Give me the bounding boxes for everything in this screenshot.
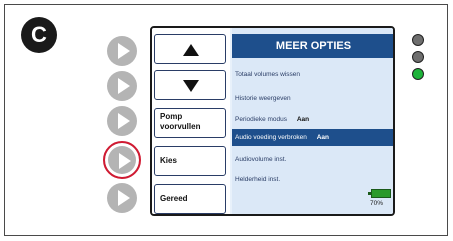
side-button-4-kies[interactable] bbox=[103, 141, 141, 179]
soft-key-column: Pomp voorvullen Kies Gereed bbox=[152, 28, 230, 214]
menu-item-label: Totaal volumes wissen bbox=[235, 71, 301, 78]
menu-item[interactable]: Historie weergeven bbox=[232, 90, 393, 107]
arrow-up-softkey[interactable] bbox=[154, 34, 226, 64]
menu-item-value: Aan bbox=[316, 134, 330, 141]
indicator-light-3 bbox=[412, 68, 424, 80]
menu-item-label: Audio voeding verbroken bbox=[235, 134, 307, 141]
menu-item-selected[interactable]: Audio voeding verbroken Aan bbox=[232, 129, 393, 146]
options-menu: MEER OPTIES Totaal volumes wissen Histor… bbox=[232, 28, 393, 214]
indicator-light-2 bbox=[412, 51, 424, 63]
device-screen: Pomp voorvullen Kies Gereed MEER OPTIES … bbox=[150, 26, 395, 216]
menu-title: MEER OPTIES bbox=[232, 34, 393, 58]
side-button-2[interactable] bbox=[107, 71, 137, 101]
menu-item[interactable]: Audiovolume inst. bbox=[232, 151, 393, 168]
pomp-voorvullen-softkey[interactable]: Pomp voorvullen bbox=[154, 108, 226, 138]
menu-item-label: Audiovolume inst. bbox=[235, 156, 287, 163]
step-badge: C bbox=[21, 17, 57, 53]
side-button-3[interactable] bbox=[107, 106, 137, 136]
menu-item-label: Historie weergeven bbox=[235, 95, 291, 102]
gereed-softkey[interactable]: Gereed bbox=[154, 184, 226, 214]
battery-percent: 70% bbox=[370, 200, 384, 207]
menu-item-value: Aan bbox=[296, 116, 310, 123]
battery-icon bbox=[368, 189, 391, 198]
menu-item[interactable]: Totaal volumes wissen bbox=[232, 66, 393, 83]
arrow-down-softkey[interactable] bbox=[154, 70, 226, 100]
indicator-light-1 bbox=[412, 34, 424, 46]
menu-item[interactable]: Helderheid inst. bbox=[232, 171, 393, 188]
side-button-5[interactable] bbox=[107, 183, 137, 213]
menu-item-label: Periodieke modus bbox=[235, 116, 288, 123]
kies-softkey[interactable]: Kies bbox=[154, 146, 226, 176]
menu-item-label: Helderheid inst. bbox=[235, 176, 281, 183]
side-button-1[interactable] bbox=[107, 36, 137, 66]
menu-item[interactable]: Periodieke modus Aan bbox=[232, 111, 393, 128]
